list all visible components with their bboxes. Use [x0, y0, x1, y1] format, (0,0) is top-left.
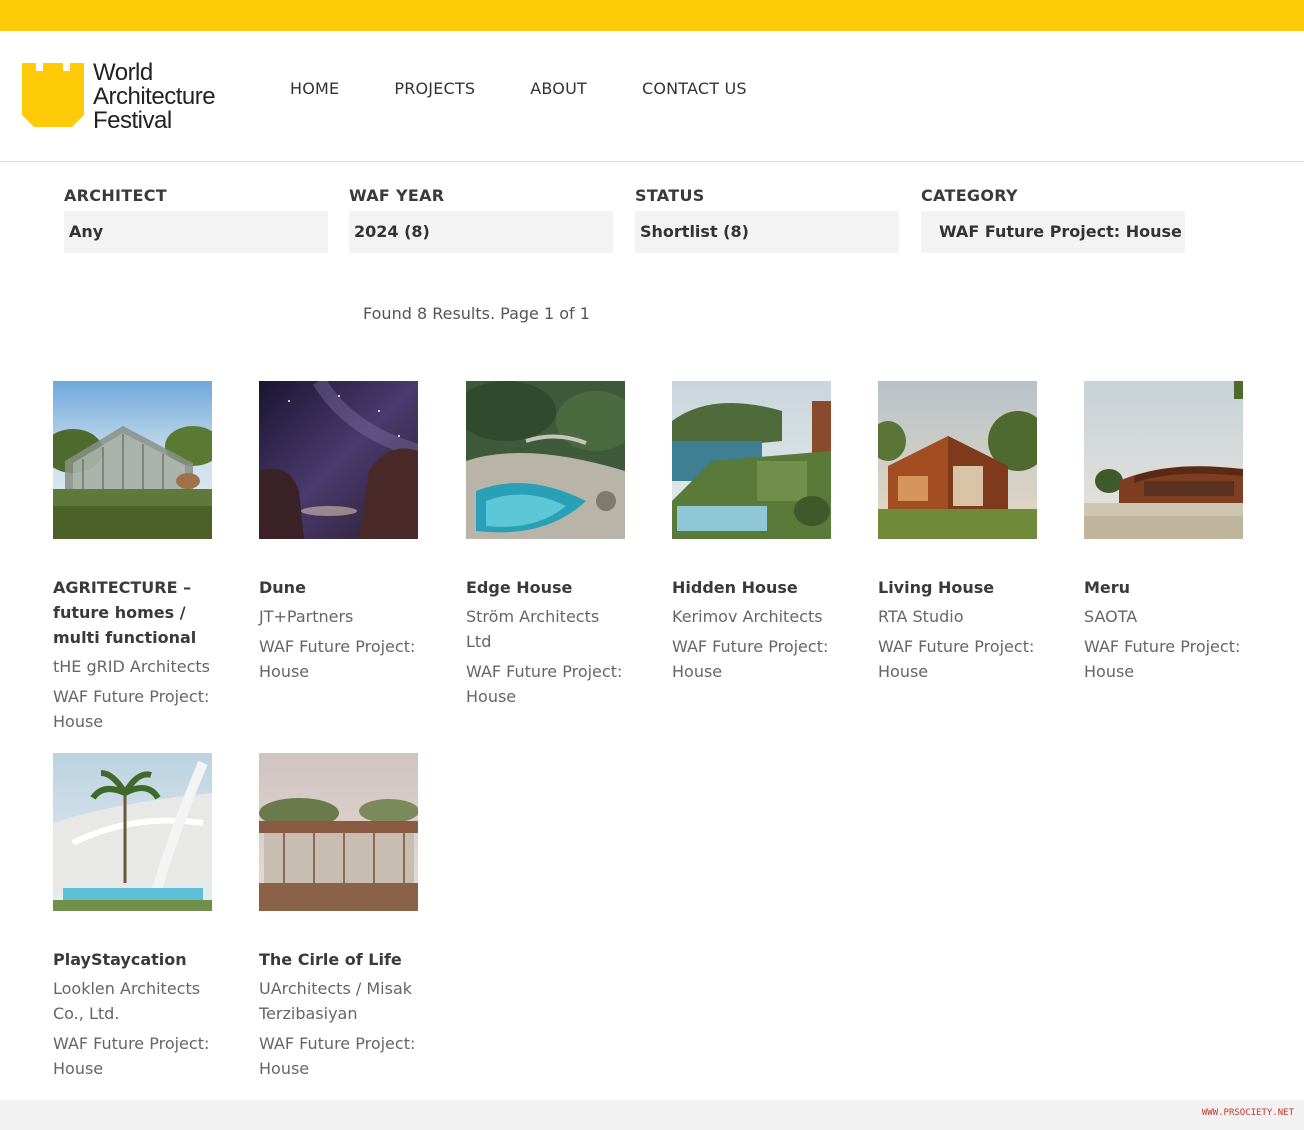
project-card[interactable]: PlayStaycation Looklen Architects Co., L… — [53, 753, 213, 1081]
project-thumbnail[interactable] — [259, 753, 418, 911]
project-title[interactable]: Living House — [878, 575, 1038, 600]
logo-wordmark: World Architecture Festival — [93, 59, 216, 134]
project-card[interactable]: Edge House Ström Architects Ltd WAF Futu… — [466, 381, 626, 709]
project-thumbnail[interactable] — [259, 381, 418, 539]
project-thumbnail[interactable] — [878, 381, 1037, 539]
project-title[interactable]: Dune — [259, 575, 419, 600]
filter-architect: ARCHITECT Any — [64, 186, 328, 253]
project-category: WAF Future Project: House — [672, 637, 829, 681]
filter-category-select[interactable]: WAF Future Project: House (8) — [921, 211, 1185, 253]
project-title[interactable]: Edge House — [466, 575, 626, 600]
logo-line-1: World — [93, 59, 153, 86]
project-category: WAF Future Project: House — [466, 662, 623, 706]
project-thumbnail[interactable] — [466, 381, 625, 539]
project-category: WAF Future Project: House — [1084, 637, 1241, 681]
results-summary: Found 8 Results. Page 1 of 1 — [363, 304, 590, 323]
filter-category: CATEGORY WAF Future Project: House (8) — [921, 186, 1185, 253]
project-title[interactable]: PlayStaycation — [53, 947, 213, 972]
filter-waf-year-select[interactable]: 2024 (8) — [349, 211, 613, 253]
project-category: WAF Future Project: House — [259, 637, 416, 681]
filter-status-label: STATUS — [635, 186, 705, 205]
logo-line-3: Festival — [93, 107, 172, 134]
project-thumbnail[interactable] — [672, 381, 831, 539]
project-title[interactable]: Meru — [1084, 575, 1244, 600]
filter-waf-year: WAF YEAR 2024 (8) — [349, 186, 613, 253]
main-nav: HOME PROJECTS ABOUT CONTACT US — [290, 79, 802, 98]
project-card[interactable]: The Cirle of Life UArchitects / Misak Te… — [259, 753, 419, 1081]
watermark-text: WWW.PRSOCIETY.NET — [1201, 1108, 1294, 1118]
filter-status: STATUS Shortlist (8) — [635, 186, 899, 253]
project-title[interactable]: Hidden House — [672, 575, 832, 600]
filter-status-select[interactable]: Shortlist (8) — [635, 211, 899, 253]
project-category: WAF Future Project: House — [878, 637, 1035, 681]
logo-line-2: Architecture — [93, 83, 216, 110]
nav-about[interactable]: ABOUT — [530, 79, 587, 98]
project-title[interactable]: AGRITECTURE – future homes / multi funct… — [53, 575, 213, 650]
project-card[interactable]: Living House RTA Studio WAF Future Proje… — [878, 381, 1038, 684]
nav-home[interactable]: HOME — [290, 79, 339, 98]
filter-waf-year-label: WAF YEAR — [349, 186, 445, 205]
project-architect: Looklen Architects Co., Ltd. — [53, 979, 201, 1023]
site-header: World Architecture Festival HOME PROJECT… — [0, 31, 1304, 162]
page-footer: WWW.PRSOCIETY.NET — [0, 1100, 1304, 1130]
project-architect: tHE gRID Architects — [53, 657, 210, 676]
project-thumbnail[interactable] — [1084, 381, 1243, 539]
project-architect: UArchitects / Misak Terzibasiyan — [259, 979, 413, 1023]
project-architect: Ström Architects Ltd — [466, 607, 600, 651]
project-category: WAF Future Project: House — [259, 1034, 416, 1078]
project-thumbnail[interactable] — [53, 753, 212, 911]
project-architect: Kerimov Architects — [672, 607, 823, 626]
project-card[interactable]: Meru SAOTA WAF Future Project: House — [1084, 381, 1244, 684]
nav-contact-us[interactable]: CONTACT US — [642, 79, 747, 98]
project-card[interactable]: Dune JT+Partners WAF Future Project: Hou… — [259, 381, 419, 684]
project-category: WAF Future Project: House — [53, 687, 210, 731]
project-card[interactable]: Hidden House Kerimov Architects WAF Futu… — [672, 381, 832, 684]
project-architect: SAOTA — [1084, 607, 1138, 626]
filter-architect-select[interactable]: Any — [64, 211, 328, 253]
filter-architect-label: ARCHITECT — [64, 186, 167, 205]
site-logo[interactable]: World Architecture Festival — [20, 59, 230, 134]
project-category: WAF Future Project: House — [53, 1034, 210, 1078]
filter-category-label: CATEGORY — [921, 186, 1018, 205]
project-card[interactable]: AGRITECTURE – future homes / multi funct… — [53, 381, 213, 734]
project-title[interactable]: The Cirle of Life — [259, 947, 419, 972]
nav-projects[interactable]: PROJECTS — [394, 79, 475, 98]
project-architect: RTA Studio — [878, 607, 964, 626]
top-accent-bar — [0, 0, 1304, 31]
waf-logo-icon — [22, 63, 84, 127]
project-architect: JT+Partners — [259, 607, 354, 626]
project-thumbnail[interactable] — [53, 381, 212, 539]
